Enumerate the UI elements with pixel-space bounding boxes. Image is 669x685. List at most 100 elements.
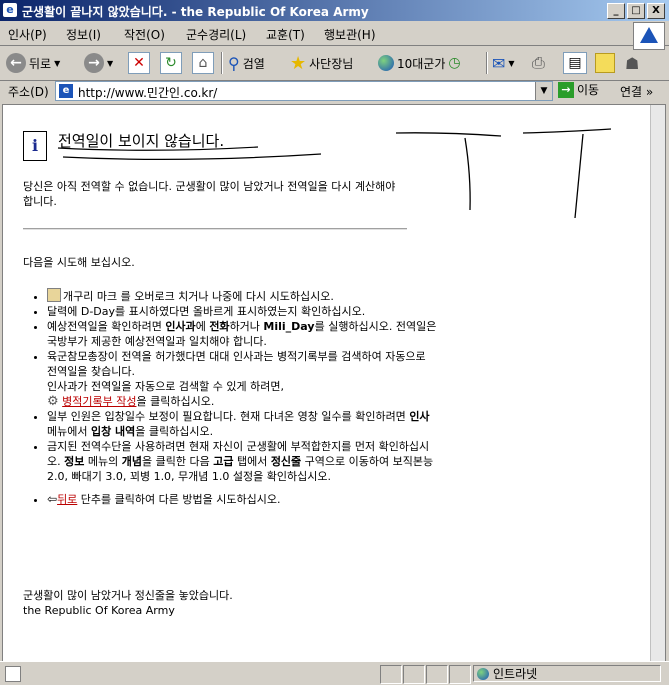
edit-icon: ▤: [563, 52, 587, 74]
back-button[interactable]: ← 뒤로 ▼: [6, 51, 60, 75]
close-button[interactable]: X: [647, 3, 665, 19]
go-arrow-icon: →: [558, 81, 574, 98]
toolbar: ← 뒤로 ▼ → ▼ ✕ ↻ ⌂ ⚲ 검열 ★ 사단장님 10대군가 ◷ ✉ ▼…: [0, 46, 669, 81]
menu-personnel[interactable]: 인사(P): [8, 26, 47, 43]
forward-arrow-icon: →: [84, 53, 104, 73]
address-label: 주소(D): [8, 85, 49, 99]
back-arrow-icon: ←: [6, 53, 26, 73]
back-label: 뒤로: [29, 56, 52, 71]
item-bold: 정신줄: [270, 455, 302, 468]
item-bold: Mili_Day: [263, 320, 315, 333]
maximize-button[interactable]: □: [627, 3, 645, 19]
stop-icon: ✕: [128, 52, 150, 74]
address-bar: 주소(D) e http://www.민간인.co.kr/ ▼ → 이동 연결 …: [0, 80, 669, 102]
window-title: 군생활이 끝나지 않았습니다. - the Republic Of Korea …: [22, 5, 369, 19]
title-bar: e 군생활이 끝나지 않았습니다. - the Republic Of Kore…: [0, 0, 669, 21]
chevron-down-icon[interactable]: ▼: [535, 82, 552, 100]
try-label: 다음을 시도해 보십시오.: [23, 256, 135, 269]
chevron-down-icon: ▼: [508, 58, 515, 68]
forward-button[interactable]: → ▼: [84, 51, 113, 75]
page-content: i 전역일이 보이지 않습니다. 당신은 아직 전역할 수 없습니다. 군생활이…: [2, 104, 666, 662]
item-bold: 정보: [64, 455, 85, 468]
minimize-button[interactable]: _: [607, 3, 625, 19]
mail-button[interactable]: ✉ ▼: [492, 51, 515, 75]
item-text: 예상전역일을 확인하려면: [47, 320, 166, 333]
chevron-down-icon: ▼: [107, 58, 114, 68]
item-text: 메뉴의: [84, 455, 122, 468]
print-button[interactable]: ⎙: [532, 51, 545, 75]
note-button[interactable]: [595, 51, 615, 75]
star-icon: ★: [290, 52, 307, 74]
item-text: 하거나: [229, 320, 264, 333]
suggestion-list: 개구리 마크 를 오버로크 치거나 나중에 다시 시도하십시오. 달력에 D-D…: [23, 288, 439, 507]
refresh-button[interactable]: ↻: [160, 51, 182, 75]
menu-operations[interactable]: 작전(O): [124, 26, 165, 43]
footer-org: the Republic Of Korea Army: [23, 604, 175, 617]
record-link[interactable]: 병적기록부 작성: [62, 395, 136, 408]
item-text: 을 클릭하십시오.: [136, 395, 215, 408]
item-text: 을 클릭한 다음: [141, 455, 214, 468]
favorites-label: 사단장님: [309, 56, 354, 71]
frog-mark-icon: [47, 288, 61, 302]
list-item: ⇦뒤로 단추를 클릭하여 다른 방법을 시도하십시오.: [47, 492, 439, 507]
back-link[interactable]: 뒤로: [57, 493, 77, 506]
item-text: 일부 인원은 입창일수 보정이 필요합니다. 현재 다녀온 영창 일수를 확인하…: [47, 410, 410, 423]
item-bold: 입창 내역: [90, 425, 136, 438]
list-item: 일부 인원은 입창일수 보정이 필요합니다. 현재 다녀온 영창 일수를 확인하…: [47, 409, 439, 439]
media-label: 10대군가: [397, 56, 446, 71]
item-text: 개구리 마크 를 오버로크 치거나 나중에 다시 시도하십시오.: [63, 290, 334, 303]
list-item: 육군참모총장이 전역을 허가했다면 대대 인사과는 병적기록부를 검색하여 자동…: [47, 349, 439, 409]
security-zone: 인트라넷: [473, 665, 661, 682]
links-button[interactable]: 연결 »: [620, 83, 653, 100]
menu-logistics[interactable]: 군수경리(L): [186, 26, 246, 43]
vertical-scrollbar[interactable]: [650, 105, 665, 661]
zone-label: 인트라넷: [493, 667, 538, 681]
list-item: 금지된 전역수단을 사용하려면 현재 자신이 군생활에 부적합한지를 먼저 확인…: [47, 439, 439, 484]
home-button[interactable]: ⌂: [192, 51, 214, 75]
links-label: 연결: [620, 85, 643, 99]
search-icon: ⚲: [228, 53, 240, 73]
search-button[interactable]: ⚲ 검열: [228, 51, 265, 75]
item-text: 인사과가 전역일을 자동으로 검색할 수 있게 하려면,: [47, 380, 284, 393]
item-text: 탭에서: [233, 455, 271, 468]
intro-text: 당신은 아직 전역할 수 없습니다. 군생활이 많이 남았거나 전역일을 다시 …: [23, 180, 396, 208]
note-icon: [595, 53, 615, 73]
favorites-button[interactable]: ★ 사단장님: [290, 51, 353, 75]
list-item: 달력에 D-Day를 표시하였다면 올바르게 표시하였는지 확인하십시오.: [47, 304, 439, 319]
item-bold: 개념: [121, 455, 142, 468]
page-status-icon: [5, 666, 21, 682]
chevron-down-icon: ▼: [54, 58, 61, 68]
edit-button[interactable]: ▤: [563, 51, 587, 75]
stop-button[interactable]: ✕: [128, 51, 150, 75]
item-text: 단추를 클릭하여 다른 방법을 시도하십시오.: [77, 493, 281, 506]
status-bar: 인트라넷: [0, 661, 669, 685]
menu-lessons[interactable]: 교훈(T): [266, 26, 305, 43]
back-arrow-icon: ⇦: [47, 492, 58, 506]
address-input[interactable]: e http://www.민간인.co.kr/ ▼: [55, 81, 553, 101]
media-globe-icon: [378, 55, 394, 71]
menu-bar: 인사(P) 정보(I) 작전(O) 군수경리(L) 교훈(T) 행보관(H): [0, 21, 669, 46]
item-text: 달력에 D-Day를 표시하였다면 올바르게 표시하였는지 확인하십시오.: [47, 305, 366, 318]
page-icon: e: [59, 84, 73, 98]
print-icon: ⎙: [532, 53, 545, 72]
media-button[interactable]: 10대군가 ◷: [378, 51, 461, 75]
item-text: 에: [195, 320, 210, 333]
messenger-button[interactable]: ☗: [625, 51, 639, 75]
item-text: 을 클릭하십시오.: [135, 425, 214, 438]
item-bold: 고급: [213, 455, 234, 468]
footer-text: 군생활이 많이 남았거나 정신줄을 놓았습니다.: [23, 589, 233, 602]
menu-admin[interactable]: 행보관(H): [324, 26, 376, 43]
list-item: 개구리 마크 를 오버로크 치거나 나중에 다시 시도하십시오.: [47, 288, 439, 304]
messenger-icon: ☗: [625, 53, 640, 73]
item-text: 메뉴에서: [47, 425, 91, 438]
ie-logo-icon: e: [3, 3, 17, 17]
history-icon: ◷: [448, 55, 461, 71]
go-label: 이동: [577, 83, 600, 97]
item-text: 육군참모총장이 전역을 허가했다면 대대 인사과는 병적기록부를 검색하여 자동…: [47, 350, 426, 378]
address-url[interactable]: http://www.민간인.co.kr/: [78, 84, 217, 101]
divider: [23, 228, 407, 230]
mail-icon: ✉: [492, 53, 506, 73]
menu-intel[interactable]: 정보(I): [66, 26, 101, 43]
go-button[interactable]: → 이동: [558, 81, 599, 98]
status-cell: [426, 665, 448, 684]
